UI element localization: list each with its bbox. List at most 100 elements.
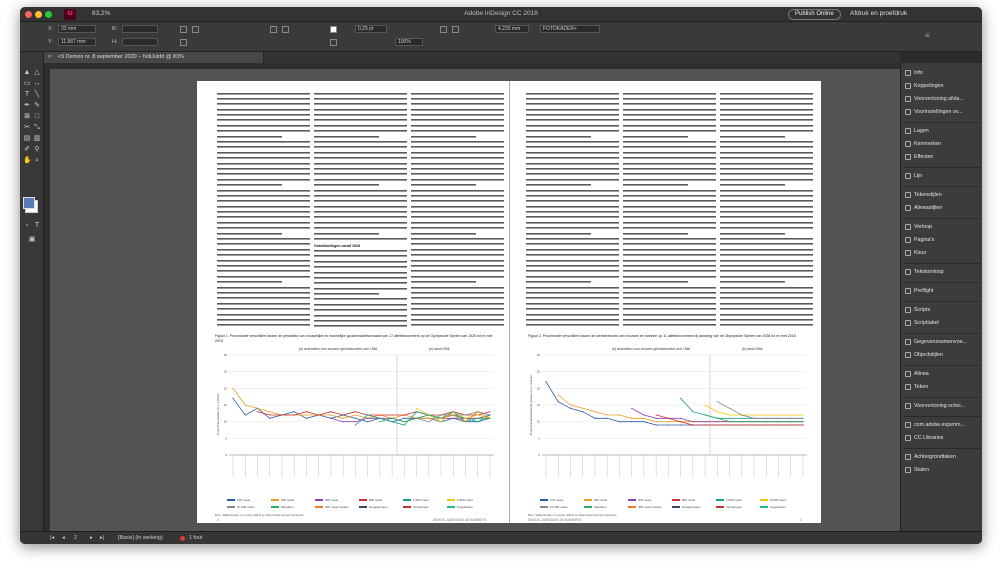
panel-voorvertoning-afvla[interactable]: Voorvertoning afvla...	[905, 95, 982, 104]
text-line	[314, 329, 407, 331]
object-style-select[interactable]: FOTOKADER+	[540, 25, 600, 33]
panel-stalen[interactable]: Stalen	[905, 466, 982, 475]
legend-item: 800 meter	[359, 498, 383, 502]
rotate-icon[interactable]	[192, 26, 199, 33]
panel-separator	[903, 282, 981, 283]
selection-tool-icon[interactable]: ▲	[23, 69, 31, 77]
scale-icon[interactable]	[180, 26, 187, 33]
free-transform-tool-icon[interactable]: ⤡	[33, 124, 41, 132]
legend-label: 400 meter	[325, 498, 339, 502]
next-page-icon[interactable]: ▸	[90, 535, 93, 541]
workspace-switcher[interactable]: Afdruk en proefdruk	[850, 10, 907, 17]
figure-2-chart: (a) onderdelen voor vrouwen geïntroducee…	[529, 347, 807, 477]
panel-voorvertoning-schei[interactable]: Voorvertoning schei...	[905, 402, 982, 411]
fitting-icon[interactable]	[440, 26, 447, 33]
panel-alineastijlen[interactable]: Alineastijlen	[905, 204, 982, 213]
panel-gegevenssamenvoe[interactable]: Gegevenssamenvoe...	[905, 338, 982, 347]
rectangle-frame-tool-icon[interactable]: ⊠	[23, 113, 31, 121]
type-tool-icon[interactable]: T	[23, 91, 31, 99]
panel-tekstomloop[interactable]: Tekstomloop	[905, 268, 982, 277]
panel-objectstijlen[interactable]: Objectstijlen	[905, 351, 982, 360]
note-tool-icon[interactable]: ✐	[23, 146, 31, 154]
panel-com-adobe-experim[interactable]: com.adobe.experim...	[905, 421, 982, 430]
stroke-swatch-icon[interactable]	[330, 39, 337, 46]
legend-item: 10.000 meter	[540, 505, 568, 509]
page-right[interactable]: Figuur 2. Procentuele verschillen tussen…	[509, 81, 821, 523]
panel-kleur[interactable]: Kleur	[905, 249, 982, 258]
screen-mode-icon[interactable]: ▣	[28, 236, 36, 244]
gap-tool-icon[interactable]: ↔	[33, 80, 41, 88]
stroke-weight-field[interactable]: 0,25 pt	[355, 25, 387, 33]
fill-frame-icon[interactable]	[452, 26, 459, 33]
panel-koppelingen[interactable]: Koppelingen	[905, 82, 982, 91]
gap-field[interactable]: 4,233 mm	[495, 25, 529, 33]
direct-selection-tool-icon[interactable]: △	[33, 69, 41, 77]
first-page-icon[interactable]: |◂	[50, 535, 54, 541]
gradient-tool-icon[interactable]: ▤	[23, 135, 31, 143]
flip-vertical-icon[interactable]	[282, 26, 289, 33]
last-page-icon[interactable]: ▸|	[100, 535, 104, 541]
panel-pagina-s[interactable]: Pagina's	[905, 236, 982, 245]
height-field[interactable]	[122, 38, 158, 46]
close-tab-icon[interactable]: ×	[48, 52, 51, 63]
panel-teken[interactable]: Teken	[905, 383, 982, 392]
text-column-3[interactable]	[411, 91, 504, 331]
panel-cc-libraries[interactable]: CC Libraries	[905, 434, 982, 443]
flip-horizontal-icon[interactable]	[270, 26, 277, 33]
legend-label: Verspringen	[413, 505, 430, 509]
text-line	[720, 225, 813, 230]
width-field[interactable]	[122, 25, 158, 33]
eyedropper-tool-icon[interactable]: ⚲	[33, 146, 41, 154]
page-left[interactable]: Ontwikkelingen vanaf 1928 Figuur 1. Proc…	[197, 81, 509, 523]
formatting-text-icon[interactable]: T	[33, 222, 41, 230]
opacity-field[interactable]: 100%	[395, 38, 423, 46]
text-line	[720, 123, 813, 128]
x-field[interactable]: 33 mm	[58, 25, 96, 33]
text-column-1[interactable]	[217, 91, 310, 331]
line-tool-icon[interactable]: ╲	[33, 91, 41, 99]
page-style-select[interactable]: [Basis] (in werking)	[118, 535, 163, 541]
panel-tekenstijlen[interactable]: Tekenstijlen	[905, 191, 982, 200]
panel-effecten[interactable]: Effecten	[905, 153, 982, 162]
panel-alinea[interactable]: Alinea	[905, 370, 982, 379]
fill-color-swatch[interactable]	[23, 197, 35, 209]
panel-lijn[interactable]: Lijn	[905, 172, 982, 181]
zoom-tool-icon[interactable]: ⌕	[33, 157, 41, 165]
shear-icon[interactable]	[180, 39, 187, 46]
publish-online-button[interactable]: Publish Online	[788, 9, 841, 20]
panel-scriptlabel[interactable]: Scriptlabel	[905, 319, 982, 328]
panel-voorinstellingen-ov[interactable]: Voorinstellingen ov...	[905, 108, 982, 117]
panel-verloop[interactable]: Verloop	[905, 223, 982, 232]
rectangle-tool-icon[interactable]: □	[33, 113, 41, 121]
panel-lagen[interactable]: Lagen	[905, 127, 982, 136]
document-tab[interactable]: × <5 Demos nr. 8 september 2020 – NdiJul…	[44, 52, 264, 63]
text-column-2[interactable]	[623, 91, 716, 331]
prev-page-icon[interactable]: ◂	[62, 535, 65, 541]
pencil-tool-icon[interactable]: ✎	[33, 102, 41, 110]
y-field[interactable]: 11,667 mm	[58, 38, 96, 46]
panel-scripts[interactable]: Scripts	[905, 306, 982, 315]
hand-tool-icon[interactable]: ✋	[23, 157, 32, 165]
menu-icon[interactable]: ≡	[925, 31, 932, 40]
legend-swatch	[403, 499, 411, 501]
document-canvas[interactable]: Ontwikkelingen vanaf 1928 Figuur 1. Proc…	[44, 63, 900, 531]
text-line	[217, 317, 310, 322]
text-column-1[interactable]	[526, 91, 619, 331]
panel-kenmerken[interactable]: Kenmerken	[905, 140, 982, 149]
panel-preflight[interactable]: Preflight	[905, 287, 982, 296]
page-number-field[interactable]: 2	[74, 535, 77, 541]
text-column-3[interactable]	[720, 91, 813, 331]
panel-achtergrondtaken[interactable]: Achtergrondtaken	[905, 453, 982, 462]
pen-tool-icon[interactable]: ✒	[23, 102, 31, 110]
text-line	[720, 193, 813, 198]
preflight-status[interactable]: 1 fout	[189, 535, 202, 541]
panel-info[interactable]: Info	[905, 69, 982, 78]
gradient-feather-tool-icon[interactable]: ▥	[33, 135, 41, 143]
text-column-2[interactable]: Ontwikkelingen vanaf 1928	[314, 91, 407, 331]
scissors-tool-icon[interactable]: ✂	[23, 124, 31, 132]
fill-swatch-icon[interactable]	[330, 26, 337, 33]
page-tool-icon[interactable]: ▭	[23, 80, 31, 88]
script-label-icon	[905, 319, 911, 326]
text-line	[314, 214, 407, 219]
formatting-container-icon[interactable]: ▫	[23, 222, 31, 230]
